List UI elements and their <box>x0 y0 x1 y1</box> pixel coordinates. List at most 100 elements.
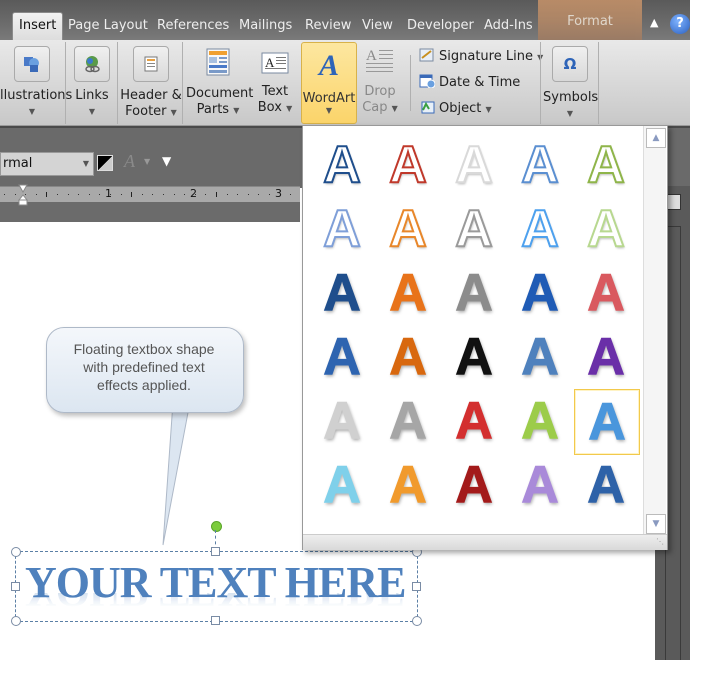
text-effects-dropdown-icon[interactable]: ▼ <box>144 157 150 166</box>
document-parts-icon <box>206 48 230 76</box>
gallery-scrollbar[interactable]: ▲ ▼ <box>643 126 666 534</box>
object-button[interactable]: Object ▼ <box>419 100 492 116</box>
wordart-style-fill-blue-reflection-bevel[interactable]: A <box>574 389 640 455</box>
text-fill-icon[interactable] <box>97 155 113 171</box>
tab-add-ins[interactable]: Add-Ins <box>484 14 533 40</box>
illustrations-button[interactable]: llustrations ▼ <box>0 42 72 120</box>
wordart-style-gradient-blue[interactable]: A <box>508 261 572 325</box>
wordart-style-fill-white-shadow[interactable]: A <box>442 133 506 197</box>
tab-developer[interactable]: Developer <box>407 14 474 40</box>
help-icon[interactable]: ? <box>670 14 690 34</box>
wordart-style-fill-gray-3d[interactable]: A <box>376 389 440 453</box>
resize-handle-bottom-left[interactable] <box>11 616 21 626</box>
collapse-ribbon-icon[interactable]: ▲ <box>650 16 658 29</box>
text-effects-icon[interactable]: A <box>124 151 135 172</box>
tab-format-contextual[interactable]: Format <box>538 0 642 40</box>
wordart-style-fill-blue-outline-light[interactable]: A <box>310 325 374 389</box>
wordart-style-fill-white-outline-dark-blue[interactable]: A <box>310 133 374 197</box>
resize-handle-left[interactable] <box>11 582 20 591</box>
wordart-style-fill-white-outline-red[interactable]: A <box>376 133 440 197</box>
ruler-mark <box>174 194 175 195</box>
resize-handle-bottom[interactable] <box>211 616 220 625</box>
header-footer-icon <box>133 46 169 82</box>
tab-mailings[interactable]: Mailings <box>239 14 292 40</box>
drop-cap-button[interactable]: A Drop Cap ▼ <box>360 42 400 117</box>
wordart-style-fill-orange-bevel[interactable]: A <box>376 325 440 389</box>
tab-insert[interactable]: Insert <box>12 12 64 41</box>
text-box-dropdown-icon: ▼ <box>286 104 293 113</box>
wordart-style-fill-light-green-glow[interactable]: A <box>574 197 638 261</box>
resize-handle-bottom-right[interactable] <box>412 616 422 626</box>
document-parts-button[interactable]: Document Parts ▼ <box>186 42 253 119</box>
tab-review[interactable]: Review <box>305 14 351 40</box>
style-dropdown[interactable]: rmal ▼ <box>0 152 94 176</box>
callout-line: with predefined text <box>83 359 205 375</box>
header-footer-dropdown-icon: ▼ <box>170 108 177 117</box>
tab-page-layout[interactable]: Page Layout <box>68 14 148 40</box>
wordart-style-fill-black-white-outline[interactable]: A <box>442 325 506 389</box>
wordart-style-fill-blue-soft-glow[interactable]: A <box>310 197 374 261</box>
resize-handle-top[interactable] <box>211 547 220 556</box>
wordart-style-fill-green-bevel[interactable]: A <box>508 389 572 453</box>
symbols-button[interactable]: Ω Symbols ▼ <box>543 42 599 122</box>
ruler-mark <box>4 194 5 195</box>
date-time-button[interactable]: Date & Time <box>419 74 520 90</box>
object-icon <box>419 100 435 114</box>
wordart-style-gradient-silver[interactable]: A <box>442 261 506 325</box>
resize-handle-top-left[interactable] <box>11 547 21 557</box>
resize-grip-icon[interactable]: ⋱ <box>656 537 664 546</box>
word-window: Insert Page Layout References Mailings R… <box>0 0 690 665</box>
tab-format-label: Format <box>567 14 613 29</box>
date-time-icon <box>419 74 436 89</box>
ruler-mark <box>68 194 69 195</box>
ruler-number: 1 <box>105 187 112 200</box>
callout-line: effects applied. <box>97 377 191 393</box>
wordart-style-fill-blue-gradient[interactable]: A <box>508 325 572 389</box>
wordart-button[interactable]: A WordArt ▼ <box>301 42 357 124</box>
gallery-scroll-down-icon[interactable]: ▼ <box>646 514 666 534</box>
object-label: Object <box>439 101 482 116</box>
resize-handle-right[interactable] <box>412 582 421 591</box>
wordart-style-fill-orange-gold-bevel[interactable]: A <box>376 453 440 517</box>
wordart-style-fill-white-orange-glow[interactable]: A <box>376 197 440 261</box>
wordart-style-fill-white-bevel[interactable]: A <box>310 389 374 453</box>
wordart-style-fill-dark-blue-reflection[interactable]: A <box>574 453 638 517</box>
text-box-icon: A <box>261 52 289 74</box>
ruler-mark <box>78 194 79 195</box>
links-button[interactable]: Links ▼ <box>72 42 112 120</box>
wordart-style-gradient-blue-outline[interactable]: A <box>310 261 374 325</box>
symbols-label: Symbols <box>543 90 599 105</box>
gallery-resize-bar[interactable]: ⋱ <box>303 534 667 550</box>
wordart-style-fill-lavender-glow[interactable]: A <box>508 453 572 517</box>
wordart-style-fill-dark-red-bevel[interactable]: A <box>442 453 506 517</box>
customize-toolbar-icon[interactable]: ▼ <box>162 154 171 168</box>
omega-icon: Ω <box>552 46 588 82</box>
ruler-mark <box>237 194 238 195</box>
wordart-style-fill-purple-reflection[interactable]: A <box>574 325 638 389</box>
ruler-mark <box>205 194 206 195</box>
wordart-style-fill-green-shadow[interactable]: A <box>574 133 638 197</box>
wordart-style-fill-red-bevel[interactable]: A <box>442 389 506 453</box>
group-separator <box>65 42 66 124</box>
wordart-style-fill-white-outline-light-blue[interactable]: A <box>508 133 572 197</box>
text-box-button[interactable]: A Text Box ▼ <box>255 42 295 117</box>
wordart-gallery: AAAAAAAAAAAAAAAAAAAAAAAAAAAAAA ▲ ▼ ⋱ <box>302 125 668 550</box>
header-footer-button[interactable]: Header & Footer ▼ <box>120 42 182 121</box>
ruler-mark <box>121 194 122 195</box>
header-footer-label-1: Header & <box>120 88 182 103</box>
wordart-style-fill-gray-outline[interactable]: A <box>442 197 506 261</box>
illustrations-icon <box>14 46 50 82</box>
ruler-mark <box>269 194 270 195</box>
wordart-style-gradient-orange-outline[interactable]: A <box>376 261 440 325</box>
ruler-mark <box>46 192 47 197</box>
wordart-style-fill-light-cyan-outline[interactable]: A <box>310 453 374 517</box>
signature-line-button[interactable]: Signature Line ▼ <box>419 48 543 64</box>
tab-view[interactable]: View <box>362 14 393 40</box>
ruler-mark <box>152 194 153 195</box>
symbols-dropdown-icon: ▼ <box>566 109 574 118</box>
gallery-scroll-up-icon[interactable]: ▲ <box>646 128 666 148</box>
wordart-style-fill-white-blue-glow[interactable]: A <box>508 197 572 261</box>
indent-marker[interactable] <box>17 184 29 206</box>
wordart-style-outline-red-pink[interactable]: A <box>574 261 638 325</box>
tab-references[interactable]: References <box>157 14 229 40</box>
